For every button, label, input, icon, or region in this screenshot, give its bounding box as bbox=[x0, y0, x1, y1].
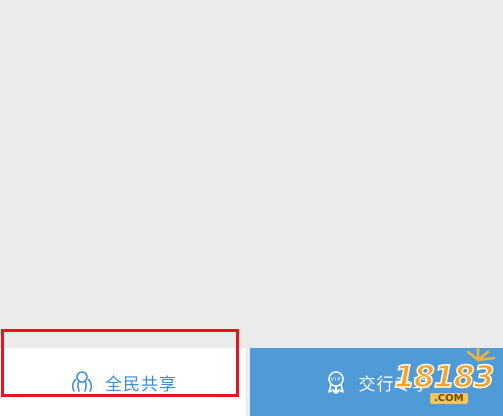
people-share-icon bbox=[71, 371, 93, 392]
watermark-text: 18183 bbox=[393, 359, 495, 396]
content-area bbox=[0, 0, 503, 348]
vip-badge-icon: VIP bbox=[327, 371, 344, 394]
tab-share-label: 全民共享 bbox=[105, 374, 177, 395]
tab-share[interactable]: 全民共享 bbox=[0, 348, 246, 416]
watermark-suffix: .COM bbox=[430, 393, 468, 404]
watermark-logo: 18183 .COM bbox=[388, 346, 500, 410]
svg-text:VIP: VIP bbox=[330, 377, 341, 383]
